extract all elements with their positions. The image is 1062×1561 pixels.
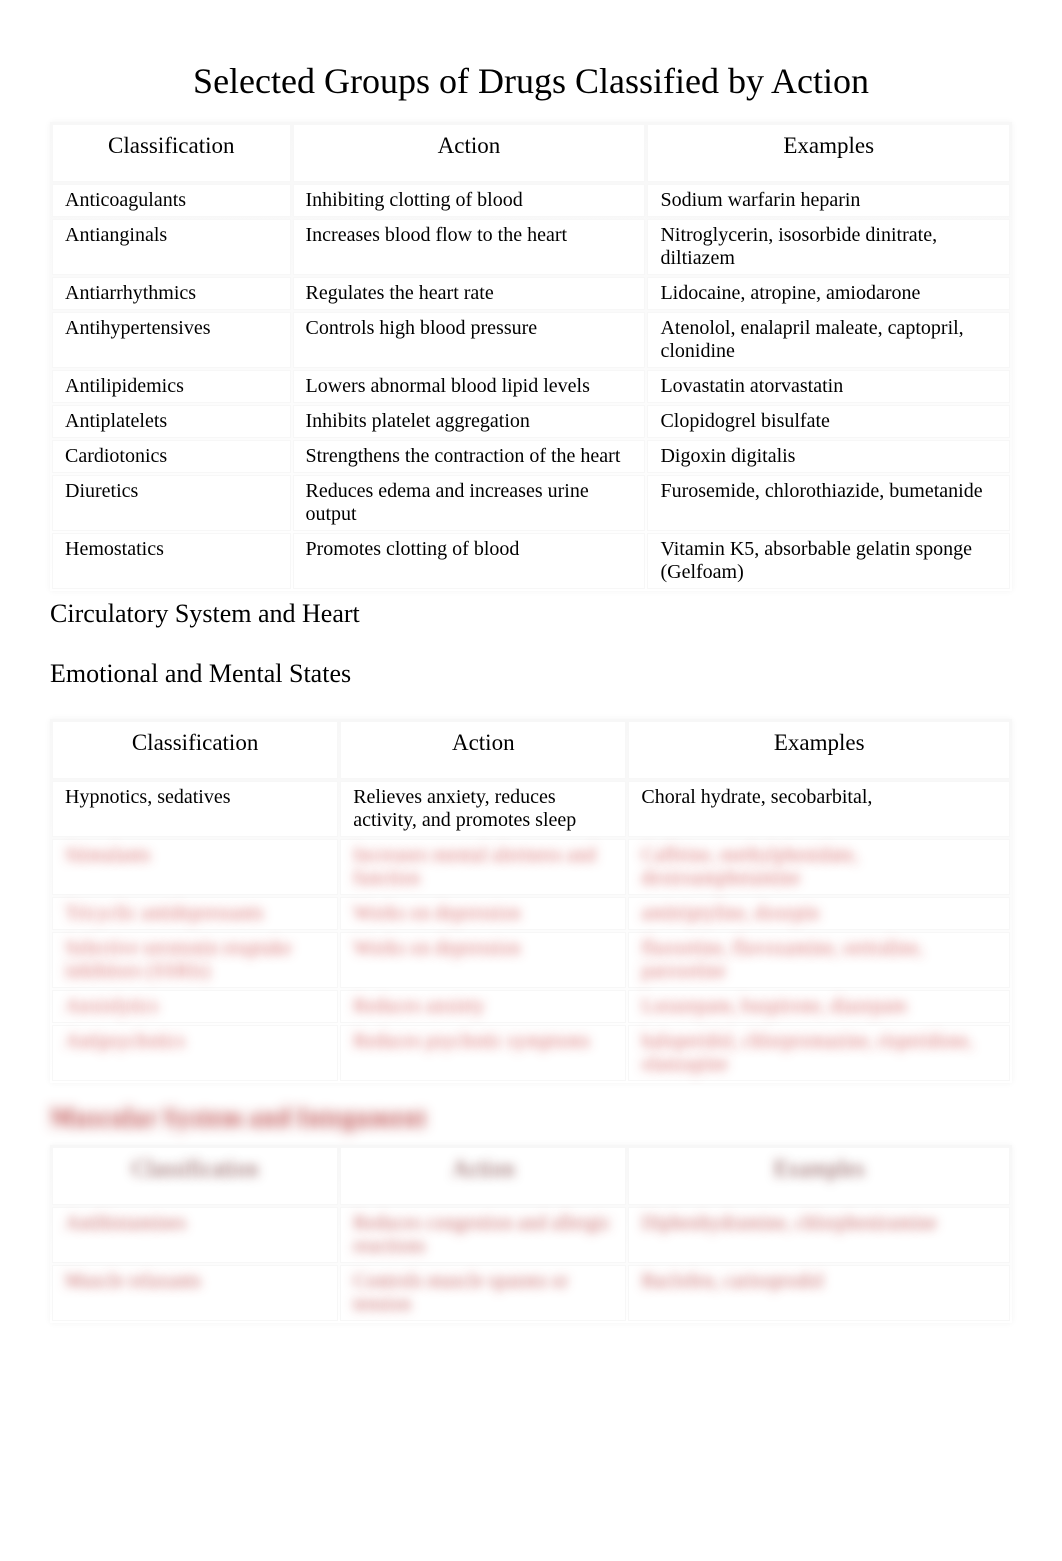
table-row: AntiplateletsInhibits platelet aggregati… <box>52 405 1010 438</box>
table-row: Muscle relaxantsControls muscle spasms o… <box>52 1265 1010 1321</box>
page-title: Selected Groups of Drugs Classified by A… <box>50 60 1012 102</box>
cell-action: Promotes clotting of blood <box>293 533 646 589</box>
cell-classification: Antianginals <box>52 219 291 275</box>
cell-action: Reduces edema and increases urine output <box>293 475 646 531</box>
table-emotional: Classification Action Examples Hypnotics… <box>50 719 1012 1083</box>
cell-action: Strengthens the contraction of the heart <box>293 440 646 473</box>
cell-action: Relieves anxiety, reduces activity, and … <box>340 781 626 837</box>
cell-examples: Vitamin K5, absorbable gelatin sponge (G… <box>647 533 1010 589</box>
col-header-examples: Examples <box>628 721 1010 779</box>
section-circulatory: Classification Action Examples Anticoagu… <box>50 122 1012 629</box>
cell-examples: Atenolol, enalapril maleate, captopril, … <box>647 312 1010 368</box>
table-row: AntihistaminesReduces congestion and all… <box>52 1207 1010 1263</box>
cell-examples: amitriptyline, doxepin <box>628 897 1010 930</box>
cell-examples: Clopidogrel bisulfate <box>647 405 1010 438</box>
section-caption-emotional: Emotional and Mental States <box>50 659 1012 689</box>
cell-action: Controls muscle spasms or tension <box>340 1265 626 1321</box>
cell-action: Controls high blood pressure <box>293 312 646 368</box>
cell-classification: Hypnotics, sedatives <box>52 781 338 837</box>
section-caption-muscular: Muscular System and Integument <box>50 1103 1012 1133</box>
table-circulatory: Classification Action Examples Anticoagu… <box>50 122 1012 591</box>
col-header-classification: Classification <box>52 1147 338 1205</box>
col-header-action: Action <box>293 124 646 182</box>
table-muscular: Classification Action Examples Antihista… <box>50 1145 1012 1323</box>
cell-action: Inhibiting clotting of blood <box>293 184 646 217</box>
table-row: HemostaticsPromotes clotting of bloodVit… <box>52 533 1010 589</box>
cell-action: Reduces anxiety <box>340 990 626 1023</box>
cell-examples: Lovastatin atorvastatin <box>647 370 1010 403</box>
table-row: CardiotonicsStrengthens the contraction … <box>52 440 1010 473</box>
cell-examples: Choral hydrate, secobarbital, <box>628 781 1010 837</box>
cell-examples: haloperidol, chlorpromazine, risperidone… <box>628 1025 1010 1081</box>
cell-classification: Tricyclic antidepressants <box>52 897 338 930</box>
col-header-action: Action <box>340 721 626 779</box>
cell-examples: Diphenhydramine, chlorpheniramine <box>628 1207 1010 1263</box>
cell-examples: Lorazepam, buspirone, diazepam <box>628 990 1010 1023</box>
cell-classification: Antipsychotics <box>52 1025 338 1081</box>
table-row: StimulantsIncreases mental alertness and… <box>52 839 1010 895</box>
cell-action: Regulates the heart rate <box>293 277 646 310</box>
col-header-action: Action <box>340 1147 626 1205</box>
cell-examples: Sodium warfarin heparin <box>647 184 1010 217</box>
cell-examples: Caffeine, methylphenidate, dextroampheta… <box>628 839 1010 895</box>
cell-examples: fluoxetine, fluvoxamine, sertraline, par… <box>628 932 1010 988</box>
cell-action: Works on depression <box>340 932 626 988</box>
col-header-classification: Classification <box>52 124 291 182</box>
cell-classification: Stimulants <box>52 839 338 895</box>
cell-classification: Hemostatics <box>52 533 291 589</box>
table-row: AntihypertensivesControls high blood pre… <box>52 312 1010 368</box>
cell-action: Lowers abnormal blood lipid levels <box>293 370 646 403</box>
cell-classification: Anxiolytics <box>52 990 338 1023</box>
cell-classification: Antiplatelets <box>52 405 291 438</box>
table-row: DiureticsReduces edema and increases uri… <box>52 475 1010 531</box>
cell-action: Increases blood flow to the heart <box>293 219 646 275</box>
col-header-classification: Classification <box>52 721 338 779</box>
col-header-examples: Examples <box>628 1147 1010 1205</box>
table-row: Tricyclic antidepressantsWorks on depres… <box>52 897 1010 930</box>
section-muscular: Muscular System and Integument Classific… <box>50 1103 1012 1323</box>
cell-classification: Antiarrhythmics <box>52 277 291 310</box>
cell-action: Increases mental alertness and function <box>340 839 626 895</box>
cell-classification: Anticoagulants <box>52 184 291 217</box>
table-row: AnticoagulantsInhibiting clotting of blo… <box>52 184 1010 217</box>
cell-classification: Antilipidemics <box>52 370 291 403</box>
cell-classification: Muscle relaxants <box>52 1265 338 1321</box>
cell-examples: Baclofen, carisoprodol <box>628 1265 1010 1321</box>
table-row: AntipsychoticsReduces psychotic symptoms… <box>52 1025 1010 1081</box>
cell-classification: Antihistamines <box>52 1207 338 1263</box>
cell-examples: Nitroglycerin, isosorbide dinitrate, dil… <box>647 219 1010 275</box>
cell-examples: Lidocaine, atropine, amiodarone <box>647 277 1010 310</box>
section-caption-circulatory: Circulatory System and Heart <box>50 599 1012 629</box>
table-row: Hypnotics, sedativesRelieves anxiety, re… <box>52 781 1010 837</box>
cell-classification: Antihypertensives <box>52 312 291 368</box>
cell-classification: Cardiotonics <box>52 440 291 473</box>
table-row: AntilipidemicsLowers abnormal blood lipi… <box>52 370 1010 403</box>
table-row: AntiarrhythmicsRegulates the heart rateL… <box>52 277 1010 310</box>
cell-action: Reduces congestion and allergic reaction… <box>340 1207 626 1263</box>
table-row: Selective serotonin reuptake inhibitors … <box>52 932 1010 988</box>
cell-action: Reduces psychotic symptoms <box>340 1025 626 1081</box>
cell-classification: Selective serotonin reuptake inhibitors … <box>52 932 338 988</box>
cell-examples: Furosemide, chlorothiazide, bumetanide <box>647 475 1010 531</box>
cell-examples: Digoxin digitalis <box>647 440 1010 473</box>
cell-action: Works on depression <box>340 897 626 930</box>
table-row: AntianginalsIncreases blood flow to the … <box>52 219 1010 275</box>
cell-classification: Diuretics <box>52 475 291 531</box>
section-emotional: Emotional and Mental States Classificati… <box>50 659 1012 1083</box>
table-row: AnxiolyticsReduces anxietyLorazepam, bus… <box>52 990 1010 1023</box>
cell-action: Inhibits platelet aggregation <box>293 405 646 438</box>
col-header-examples: Examples <box>647 124 1010 182</box>
